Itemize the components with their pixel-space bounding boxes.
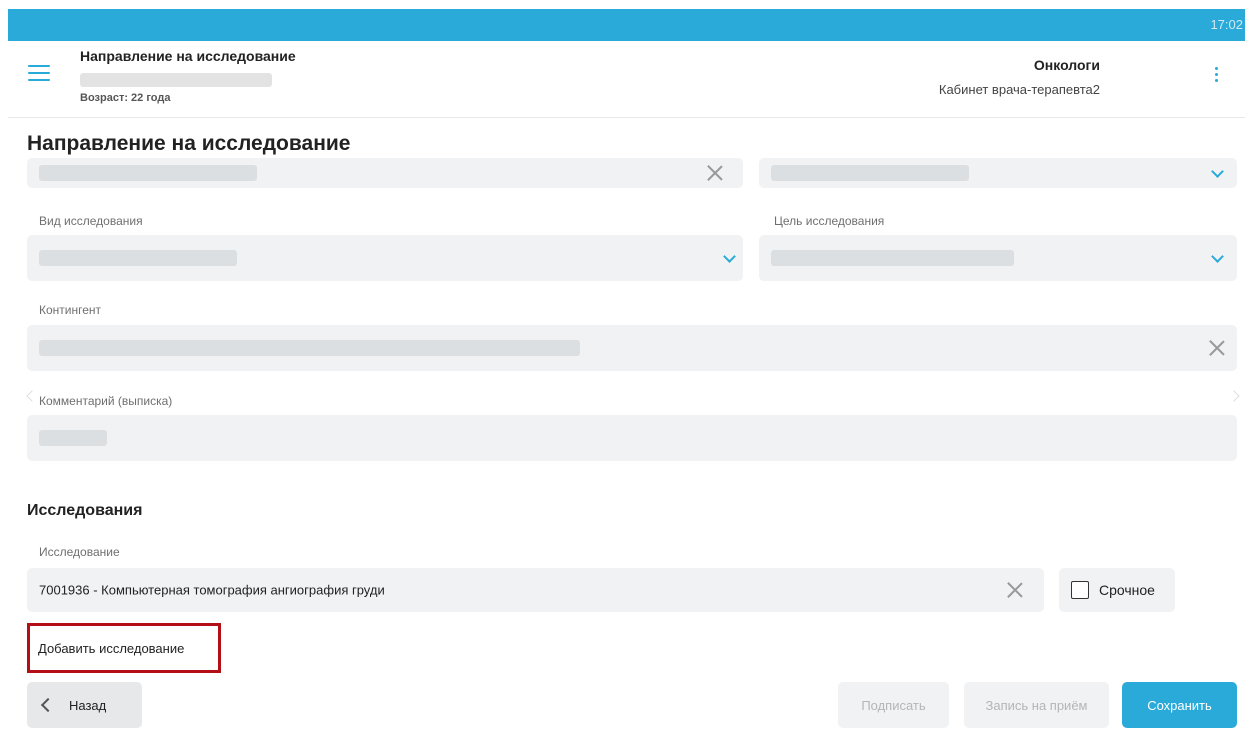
patient-name-redacted (80, 73, 272, 87)
app-header: Направление на исследование Возраст: 22 … (8, 41, 1245, 118)
add-study-button[interactable]: Добавить исследование (27, 623, 221, 673)
chevron-down-icon[interactable] (723, 250, 736, 263)
contingent-field[interactable] (27, 325, 1237, 371)
back-label: Назад (69, 697, 107, 713)
urgent-label: Срочное (1099, 582, 1155, 598)
sign-button[interactable]: Подписать (838, 682, 949, 728)
clear-icon[interactable] (707, 165, 723, 181)
department-name: Онкологи (1033, 57, 1100, 73)
study-goal-label: Цель исследования (774, 214, 885, 228)
study-type-label: Вид исследования (39, 214, 143, 228)
clear-icon[interactable] (1209, 340, 1225, 356)
clear-icon[interactable] (1007, 582, 1023, 598)
urgent-checkbox[interactable]: Срочное (1059, 568, 1175, 612)
add-study-label: Добавить исследование (38, 641, 185, 656)
study-item-field[interactable]: 7001936 - Компьютерная томография ангиог… (27, 568, 1044, 612)
chevron-down-icon[interactable] (1211, 250, 1224, 263)
contingent-label: Контингент (39, 303, 102, 317)
study-item-value: 7001936 - Компьютерная томография ангиог… (39, 582, 385, 598)
studies-section-title: Исследования (27, 502, 143, 519)
field-value-redacted (771, 250, 1014, 266)
status-time: 17:02 (1210, 17, 1243, 32)
hamburger-menu-icon[interactable] (28, 65, 50, 81)
chevron-down-icon[interactable] (1211, 165, 1224, 178)
field-value-redacted (39, 340, 580, 356)
field-value-redacted (771, 165, 969, 181)
more-options-icon[interactable] (1213, 67, 1219, 85)
field-value-redacted (39, 250, 237, 266)
page-title: Направление на исследование (27, 132, 351, 155)
patient-age: Возраст: 22 года (80, 92, 171, 104)
appointment-label: Запись на приём (985, 697, 1088, 713)
back-button[interactable]: Назад (27, 682, 142, 728)
save-button[interactable]: Сохранить (1122, 682, 1237, 728)
study-item-label: Исследование (39, 545, 120, 559)
header-title: Направление на исследование (80, 48, 296, 64)
chevron-left-icon (40, 697, 56, 713)
field-value-redacted (39, 430, 107, 446)
study-type-select[interactable] (27, 235, 743, 281)
scroll-left-icon (26, 390, 38, 402)
scroll-right-icon (1228, 390, 1240, 402)
comment-field[interactable] (27, 415, 1237, 461)
appointment-button[interactable]: Запись на приём (964, 682, 1109, 728)
sign-label: Подписать (861, 697, 926, 713)
comment-label: Комментарий (выписка) (39, 394, 173, 408)
organization-field[interactable] (27, 158, 743, 188)
cabinet-name: Кабинет врача-терапевта2 (938, 82, 1100, 97)
save-label: Сохранить (1147, 697, 1212, 713)
study-goal-select[interactable] (759, 235, 1237, 281)
field-value-redacted (39, 165, 257, 181)
status-bar: 17:02 (8, 9, 1245, 41)
department-select[interactable] (759, 158, 1237, 188)
checkbox-icon[interactable] (1071, 581, 1089, 599)
